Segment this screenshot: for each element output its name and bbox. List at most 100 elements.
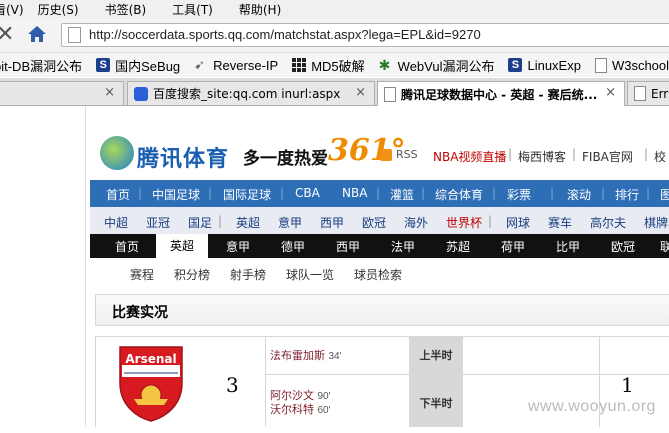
sub-nav-item[interactable]: 赛程 xyxy=(130,266,154,283)
tab-bar: × 百度搜索_site:qq.com inurl:aspx × 腾讯足球数据中心… xyxy=(0,78,669,106)
main-nav-item[interactable]: 排行 xyxy=(615,186,639,203)
tab-label: Err xyxy=(651,86,669,101)
top-link-more[interactable]: 校 xyxy=(654,148,666,165)
scorer-second-half[interactable]: 沃尔科特 60' xyxy=(270,401,331,417)
tab[interactable]: 百度搜索_site:qq.com inurl:aspx × xyxy=(127,81,375,105)
top-link-nba-live[interactable]: NBA视频直播 xyxy=(433,148,506,165)
league-nav-item[interactable]: 欧冠 xyxy=(611,238,635,255)
menu-view[interactable]: 看(V) xyxy=(0,1,24,18)
arsenal-crest-icon[interactable]: Arsenal xyxy=(116,343,186,423)
separator: | xyxy=(488,214,493,228)
scorer-first-half[interactable]: 法布雷加斯 34' xyxy=(270,347,342,363)
league-nav-item[interactable]: 苏超 xyxy=(446,238,470,255)
top-link-fiba[interactable]: FIBA官网 xyxy=(582,148,633,165)
menu-tools[interactable]: 工具(T) xyxy=(172,1,213,18)
league-nav-item[interactable]: 联 xyxy=(660,238,669,255)
close-icon[interactable]: × xyxy=(355,85,366,100)
sub-nav-item[interactable]: 射手榜 xyxy=(230,266,266,283)
league-nav-item[interactable]: 西甲 xyxy=(336,238,360,255)
paw-icon xyxy=(134,86,148,101)
main-nav-item[interactable]: 首页 xyxy=(106,186,130,203)
rss-icon[interactable] xyxy=(380,149,392,161)
stop-icon[interactable]: ✕ xyxy=(0,22,14,47)
bookmark-label: Reverse-IP xyxy=(213,57,279,73)
away-score: 1 xyxy=(621,373,634,397)
league-nav-item[interactable]: 荷甲 xyxy=(501,238,525,255)
bookmarks-toolbar: bit-DB漏洞公布 S 国内SeBug ➹ Reverse-IP MD5破解 … xyxy=(0,53,669,77)
category-nav-item[interactable]: 亚冠 xyxy=(146,214,170,231)
main-nav-item[interactable]: 图 xyxy=(660,186,669,203)
bookmark-item[interactable]: S 国内SeBug xyxy=(96,56,180,75)
second-half-label: 下半时 xyxy=(410,375,462,427)
category-nav-item[interactable]: 中超 xyxy=(104,214,128,231)
address-bar[interactable]: http://soccerdata.sports.qq.com/matchsta… xyxy=(61,23,669,47)
sub-nav-item[interactable]: 球员检索 xyxy=(354,266,402,283)
main-nav-item[interactable]: 中国足球 xyxy=(152,186,200,203)
separator: | xyxy=(572,147,577,161)
main-nav: 首页 | 中国足球 | 国际足球 | CBA NBA | 灌篮 | 综合体育 |… xyxy=(90,180,669,207)
rss-link[interactable]: RSS xyxy=(396,148,418,161)
menu-history[interactable]: 历史(S) xyxy=(38,1,79,18)
main-nav-item[interactable]: CBA xyxy=(295,186,320,200)
bug-icon: ✱ xyxy=(378,57,391,73)
league-nav-item[interactable]: 意甲 xyxy=(226,238,250,255)
separator: | xyxy=(508,147,513,161)
category-nav-item[interactable]: 欧冠 xyxy=(362,214,386,231)
url-text[interactable]: http://soccerdata.sports.qq.com/matchsta… xyxy=(89,27,481,42)
category-nav-item[interactable]: 赛车 xyxy=(548,214,572,231)
page-icon xyxy=(594,57,607,73)
main-nav-item[interactable]: 彩票 xyxy=(507,186,531,203)
category-nav-item[interactable]: 海外 xyxy=(404,214,428,231)
menu-help[interactable]: 帮助(H) xyxy=(239,1,281,18)
menu-bookmarks[interactable]: 书签(B) xyxy=(105,1,147,18)
tab[interactable]: × xyxy=(0,81,124,105)
home-icon[interactable] xyxy=(27,25,47,43)
menu-bar: 看(V) 历史(S) 书签(B) 工具(T) 帮助(H) xyxy=(0,0,669,18)
league-nav-item[interactable]: 首页 xyxy=(115,238,139,255)
s-icon: S xyxy=(96,58,111,72)
tencent-logo-icon[interactable] xyxy=(100,136,134,170)
main-nav-item[interactable]: 灌篮 xyxy=(390,186,414,203)
league-nav-item[interactable]: 法甲 xyxy=(391,238,415,255)
navigation-bar: ✕ http://soccerdata.sports.qq.com/matchs… xyxy=(0,18,669,53)
category-nav-item[interactable]: 高尔夫 xyxy=(590,214,626,231)
main-nav-item[interactable]: 国际足球 xyxy=(223,186,271,203)
bookmark-item[interactable]: S LinuxExp xyxy=(508,58,581,73)
close-icon[interactable]: × xyxy=(104,85,115,100)
league-nav: 首页 英超 意甲 德甲 西甲 法甲 苏超 荷甲 比甲 欧冠 联 xyxy=(90,234,669,262)
bookmark-item[interactable]: bit-DB漏洞公布 xyxy=(0,56,82,75)
category-nav-item[interactable]: 国足 xyxy=(188,214,212,231)
top-link-messi-blog[interactable]: 梅西博客 xyxy=(518,148,566,165)
category-nav-item[interactable]: 意甲 xyxy=(278,214,302,231)
page-icon xyxy=(634,86,646,101)
category-nav-item[interactable]: 网球 xyxy=(506,214,530,231)
main-nav-item[interactable]: NBA xyxy=(342,186,367,200)
close-icon[interactable]: × xyxy=(605,85,616,100)
page-icon xyxy=(384,86,396,102)
category-nav-item[interactable]: 世界杯 xyxy=(446,214,482,231)
category-nav-item[interactable]: 西甲 xyxy=(320,214,344,231)
main-nav-item[interactable]: 综合体育 xyxy=(435,186,483,203)
separator: | xyxy=(601,186,606,200)
site-logo-text[interactable]: 腾讯体育 xyxy=(137,141,229,173)
separator: | xyxy=(208,186,213,200)
sub-nav: 赛程 积分榜 射手榜 球队一览 球员检索 xyxy=(90,258,669,288)
league-nav-item[interactable]: 比甲 xyxy=(556,238,580,255)
panel-title: 比赛实况 xyxy=(112,305,168,321)
sub-nav-item[interactable]: 积分榜 xyxy=(174,266,210,283)
bookmark-item[interactable]: MD5破解 xyxy=(292,56,365,75)
arrow-icon: ➹ xyxy=(194,57,206,72)
scorer-minute: 60' xyxy=(317,405,331,416)
tab[interactable]: Err xyxy=(627,81,669,105)
league-nav-item[interactable]: 德甲 xyxy=(281,238,305,255)
category-nav-item[interactable]: 英超 xyxy=(236,214,260,231)
bookmark-item[interactable]: W3school xyxy=(594,57,669,73)
bookmark-item[interactable]: ➹ Reverse-IP xyxy=(194,58,278,73)
main-nav-item[interactable]: 滚动 xyxy=(567,186,591,203)
sub-nav-item[interactable]: 球队一览 xyxy=(286,266,334,283)
bookmark-item[interactable]: ✱ WebVul漏洞公布 xyxy=(379,56,495,75)
divider xyxy=(265,337,266,427)
category-nav-item[interactable]: 棋牌 xyxy=(644,214,668,231)
tab-active[interactable]: 腾讯足球数据中心 - 英超 - 赛后统... × xyxy=(377,81,625,106)
site-header: 腾讯体育 多一度热爱 361° RSS NBA视频直播 | 梅西博客 | FIB… xyxy=(90,106,669,180)
